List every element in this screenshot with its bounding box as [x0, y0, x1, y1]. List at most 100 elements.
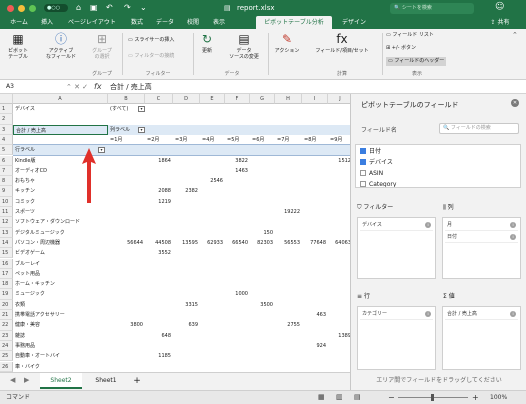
field-checkbox[interactable] [360, 169, 366, 176]
column-header-F[interactable]: F [225, 94, 250, 104]
value-cell[interactable]: 924 [304, 341, 327, 351]
month-header[interactable]: =4月 [202, 135, 224, 145]
value-cell[interactable]: 13595 [175, 238, 199, 248]
field-search-input[interactable]: 🔍 フィールドの検索 [439, 123, 519, 134]
share-button[interactable]: ⇪ 共有 [482, 16, 518, 29]
collapse-ribbon-icon[interactable]: ⌃ [512, 31, 518, 39]
field-checkbox[interactable] [360, 158, 366, 165]
value-cell[interactable]: 66540 [227, 238, 249, 248]
field-checkbox[interactable] [360, 147, 366, 154]
group-selection-button[interactable]: ⊞ グループ の選択 [88, 33, 116, 61]
tab-pivot-analyze[interactable]: ピボットテーブル分析 [256, 16, 332, 29]
row-header-10[interactable]: 10 [0, 196, 13, 207]
row-field-chip[interactable]: カテゴリー i [360, 309, 433, 320]
value-cell[interactable]: 463 [304, 310, 327, 320]
row-header-3[interactable]: 3 [0, 124, 13, 135]
row-header-8[interactable]: 8 [0, 176, 13, 187]
category-cell[interactable]: 携帯電話アクセサリー [15, 310, 107, 320]
row-header-16[interactable]: 16 [0, 258, 13, 269]
tab-page-layout[interactable]: ページレイアウト [62, 16, 122, 29]
column-label-dropdown-button[interactable]: ▾ [138, 126, 145, 133]
category-cell[interactable]: ペット用品 [15, 269, 107, 279]
value-cell[interactable]: 3800 [110, 320, 144, 330]
row-header-12[interactable]: 12 [0, 217, 13, 228]
value-cell[interactable]: 3500 [252, 300, 274, 310]
save-icon[interactable]: ▣ [90, 3, 98, 13]
add-sheet-button[interactable]: + [130, 373, 144, 389]
value-cell[interactable]: 639 [175, 320, 199, 330]
tab-insert[interactable]: 挿入 [36, 16, 58, 29]
formula-input[interactable]: 合計 / 売上高 [110, 82, 152, 92]
change-data-source-button[interactable]: ▤ データ ソースの変更 [222, 33, 266, 61]
zoom-window-button[interactable] [29, 5, 36, 12]
row-header-6[interactable]: 6 [0, 155, 13, 166]
tab-home[interactable]: ホーム [6, 16, 32, 29]
column-header-G[interactable]: G [250, 94, 275, 104]
close-icon[interactable]: ✕ [511, 99, 519, 107]
row-header-24[interactable]: 24 [0, 340, 13, 352]
month-header[interactable]: =7月 [277, 135, 301, 145]
column-header-D[interactable]: D [173, 94, 200, 104]
value-cell[interactable]: 77648 [304, 238, 327, 248]
filter-dropdown-button[interactable]: ▾ [138, 106, 145, 112]
row-header-11[interactable]: 11 [0, 207, 13, 218]
category-cell[interactable]: デジタルミュージック [15, 228, 107, 238]
info-icon[interactable]: i [510, 234, 516, 240]
value-cell[interactable]: 2546 [202, 176, 224, 186]
active-field-button[interactable]: ⓘ アクティブ なフィールド [40, 33, 82, 61]
minimize-window-button[interactable] [18, 5, 25, 12]
values-drop-area[interactable]: 合計 / 売上高 i [442, 306, 521, 370]
row-header-15[interactable]: 15 [0, 248, 13, 259]
column-header-H[interactable]: H [275, 94, 302, 104]
prev-sheet-icon[interactable]: ◀ [10, 376, 15, 384]
category-cell[interactable]: 自動車・オートバイ [15, 351, 107, 361]
row-header-4[interactable]: 4 [0, 134, 13, 146]
value-cell[interactable]: 19222 [277, 207, 301, 217]
fields-items-sets-button[interactable]: fx フィールド/項目/セット [306, 33, 378, 55]
close-window-button[interactable] [7, 5, 14, 12]
row-header-13[interactable]: 13 [0, 227, 13, 238]
column-field-chip[interactable]: 月i [445, 220, 518, 231]
more-icon[interactable]: ⌄ [140, 3, 147, 13]
tab-formulas[interactable]: 数式 [126, 16, 148, 29]
home-icon[interactable]: ⌂ [76, 3, 81, 13]
value-cell[interactable]: 1000 [227, 289, 249, 299]
next-sheet-icon[interactable]: ▶ [24, 376, 29, 384]
info-icon[interactable]: i [510, 311, 516, 317]
tab-design[interactable]: デザイン [336, 16, 372, 29]
value-cell[interactable]: 150 [252, 228, 274, 238]
category-cell[interactable]: ミュージック [15, 289, 107, 299]
value-cell[interactable]: 1185 [147, 351, 172, 361]
plus-minus-buttons-button[interactable]: ⊞ +/- ボタン [386, 44, 416, 53]
sheet-tab-sheet2[interactable]: Sheet2 [40, 373, 82, 389]
row-label-dropdown-button[interactable]: ▾ [98, 147, 105, 154]
page-layout-view-icon[interactable]: ▥ [336, 391, 343, 404]
column-header-C[interactable]: C [145, 94, 173, 104]
value-cell[interactable]: 2088 [147, 186, 172, 196]
field-item[interactable]: 日付 [360, 147, 381, 156]
category-cell[interactable]: ブルーレイ [15, 259, 107, 269]
value-cell[interactable]: 2382 [175, 186, 199, 196]
tab-data[interactable]: データ [152, 16, 178, 29]
month-header[interactable]: =1月 [110, 135, 144, 145]
value-cell[interactable]: 1512 [330, 156, 350, 166]
category-cell[interactable]: パソコン・周辺機器 [15, 238, 107, 248]
name-box[interactable]: A3 [6, 82, 56, 92]
zoom-out-icon[interactable]: − [388, 391, 395, 404]
info-icon[interactable]: i [425, 222, 431, 228]
undo-icon[interactable]: ↶ [106, 3, 113, 13]
filter-connections-button[interactable]: ▭ フィルターの接続 [128, 52, 174, 61]
rows-drop-area[interactable]: カテゴリー i [357, 306, 436, 370]
category-cell[interactable]: 衣類 [15, 300, 107, 310]
filter-field-chip[interactable]: デバイス i [360, 220, 433, 231]
field-headers-button[interactable]: ▭ フィールドのヘッダー [386, 57, 447, 66]
month-header[interactable]: =6月 [252, 135, 274, 145]
column-header-J[interactable]: J [328, 94, 350, 104]
spreadsheet-grid[interactable]: A B C D E F G H I J 1 2 3 4 5 6 7 8 9 10 11 12 13 14 15 16 17 18 19 2… [0, 94, 350, 372]
fx-icon[interactable]: fx [94, 82, 102, 92]
formula-controls[interactable]: ⌃ ✕ ✓ [66, 82, 88, 92]
select-all-corner[interactable] [0, 94, 13, 104]
pivot-table-button[interactable]: ▦ ピボット テーブル [6, 33, 30, 61]
info-icon[interactable]: i [510, 222, 516, 228]
value-cell[interactable]: 44508 [147, 238, 172, 248]
